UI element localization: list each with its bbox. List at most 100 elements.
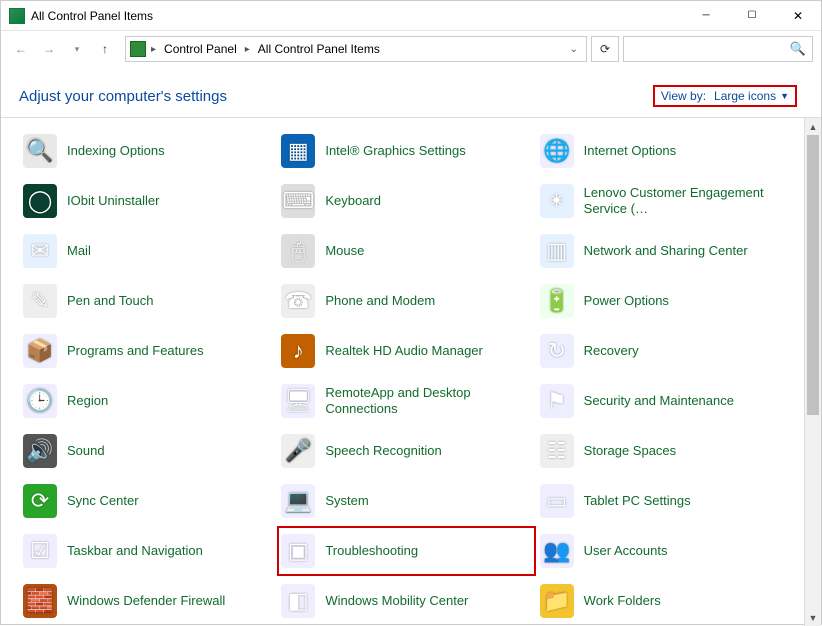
cp-item-system[interactable]: 💻 System (277, 476, 535, 526)
search-icon[interactable]: 🔍 (790, 41, 806, 57)
page-title: Adjust your computer's settings (19, 88, 227, 105)
titlebar: All Control Panel Items ─ ☐ ✕ (1, 1, 821, 31)
cp-item-label: Internet Options (584, 143, 677, 159)
scroll-up-button[interactable]: ▲ (805, 118, 821, 135)
cp-item-icon: ◯ (23, 184, 57, 218)
cp-item-icon: 🔍 (23, 134, 57, 168)
cp-item-work-folders[interactable]: 📁 Work Folders (536, 576, 794, 626)
cp-item-recovery[interactable]: ↻Recovery (536, 326, 794, 376)
cp-item-icon: ◧ (281, 584, 315, 618)
scroll-down-button[interactable]: ▼ (805, 609, 821, 626)
search-input[interactable] (630, 41, 790, 57)
cp-item-label: Intel® Graphics Settings (325, 143, 465, 159)
cp-item-icon: 📁 (540, 584, 574, 618)
cp-item-pen-and-touch[interactable]: ✎Pen and Touch (19, 276, 277, 326)
cp-item-label: Power Options (584, 293, 669, 309)
maximize-button[interactable]: ☐ (729, 1, 775, 31)
cp-item-icon: ✎ (23, 284, 57, 318)
cp-item-icon: 🔊 (23, 434, 57, 468)
cp-item-icon: 🔋 (540, 284, 574, 318)
breadcrumb-current[interactable]: All Control Panel Items (255, 42, 383, 56)
cp-item-icon: 🕒 (23, 384, 57, 418)
cp-item-internet-options[interactable]: 🌐Internet Options (536, 126, 794, 176)
close-button[interactable]: ✕ (775, 1, 821, 31)
cp-item-realtek-hd-audio-manager[interactable]: ♪ Realtek HD Audio Manager (277, 326, 535, 376)
cp-item-lenovo-customer-engagement-service[interactable]: ✴ Lenovo Customer Engagement Service (… (536, 176, 794, 226)
window-title: All Control Panel Items (31, 9, 153, 23)
cp-item-label: Work Folders (584, 593, 661, 609)
cp-item-sound[interactable]: 🔊Sound (19, 426, 277, 476)
cp-item-troubleshooting[interactable]: ▣ Troubleshooting (277, 526, 535, 576)
chevron-right-icon[interactable]: ▸ (244, 44, 251, 55)
app-icon (9, 8, 25, 24)
cp-item-label: Lenovo Customer Engagement Service (… (584, 185, 764, 216)
cp-item-icon: ☑ (23, 534, 57, 568)
cp-item-label: Programs and Features (67, 343, 204, 359)
cp-item-icon: 🎤 (281, 434, 315, 468)
forward-button[interactable]: → (37, 37, 61, 61)
cp-item-icon: ♪ (281, 334, 315, 368)
view-by-value[interactable]: Large icons ▼ (714, 89, 789, 103)
cp-item-label: System (325, 493, 368, 509)
cp-item-windows-defender-firewall[interactable]: 🧱Windows Defender Firewall (19, 576, 277, 626)
cp-item-icon: ↻ (540, 334, 574, 368)
view-by-control[interactable]: View by: Large icons ▼ (653, 85, 797, 107)
cp-item-mail[interactable]: ✉Mail (19, 226, 277, 276)
cp-item-label: Network and Sharing Center (584, 243, 748, 259)
view-by-label: View by: (661, 89, 706, 103)
minimize-button[interactable]: ─ (683, 1, 729, 31)
cp-item-user-accounts[interactable]: 👥User Accounts (536, 526, 794, 576)
cp-item-tablet-pc-settings[interactable]: ▭Tablet PC Settings (536, 476, 794, 526)
cp-item-storage-spaces[interactable]: ☷Storage Spaces (536, 426, 794, 476)
cp-item-region[interactable]: 🕒Region (19, 376, 277, 426)
cp-item-icon: ⌨ (281, 184, 315, 218)
cp-item-indexing-options[interactable]: 🔍 Indexing Options (19, 126, 277, 176)
cp-item-icon: ▣ (281, 534, 315, 568)
control-panel-icon (130, 41, 146, 57)
cp-item-taskbar-and-navigation[interactable]: ☑Taskbar and Navigation (19, 526, 277, 576)
cp-item-sync-center[interactable]: ⟳Sync Center (19, 476, 277, 526)
breadcrumb-root[interactable]: Control Panel (161, 42, 240, 56)
cp-item-label: Windows Mobility Center (325, 593, 468, 609)
cp-item-icon: ✴ (540, 184, 574, 218)
cp-item-iobit-uninstaller[interactable]: ◯ IObit Uninstaller (19, 176, 277, 226)
chevron-right-icon[interactable]: ▸ (150, 44, 157, 55)
cp-item-mouse[interactable]: 🖱Mouse (277, 226, 535, 276)
cp-item-label: Keyboard (325, 193, 381, 209)
cp-item-icon: ▥ (540, 234, 574, 268)
cp-item-security-and-maintenance[interactable]: ⚑Security and Maintenance (536, 376, 794, 426)
up-button[interactable]: ↑ (93, 37, 117, 61)
cp-item-keyboard[interactable]: ⌨ Keyboard (277, 176, 535, 226)
cp-item-programs-and-features[interactable]: 📦Programs and Features (19, 326, 277, 376)
back-button[interactable]: ← (9, 37, 33, 61)
refresh-button[interactable]: ⟳ (591, 36, 619, 62)
search-box[interactable]: 🔍 (623, 36, 813, 62)
cp-item-icon: ▭ (540, 484, 574, 518)
vertical-scrollbar[interactable]: ▲ ▼ (804, 118, 821, 626)
cp-item-label: Security and Maintenance (584, 393, 734, 409)
cp-item-power-options[interactable]: 🔋 Power Options (536, 276, 794, 326)
address-bar[interactable]: ▸ Control Panel ▸ All Control Panel Item… (125, 36, 587, 62)
cp-item-label: Indexing Options (67, 143, 165, 159)
cp-item-intel-graphics-settings[interactable]: ▦ Intel® Graphics Settings (277, 126, 535, 176)
cp-item-label: Troubleshooting (325, 543, 418, 559)
cp-item-remoteapp-and-desktop-connections[interactable]: 🖥RemoteApp and Desktop Connections (277, 376, 535, 426)
cp-item-icon: ▦ (281, 134, 315, 168)
cp-item-icon: 🖥 (281, 384, 315, 418)
cp-item-icon: ✉ (23, 234, 57, 268)
recent-dropdown[interactable]: ▾ (65, 37, 89, 61)
address-dropdown-icon[interactable]: ⌄ (566, 44, 582, 55)
cp-item-label: IObit Uninstaller (67, 193, 159, 209)
control-panel-grid: 🔍 Indexing Options ▦ Intel® Graphics Settin… (1, 118, 804, 626)
cp-item-icon: 💻 (281, 484, 315, 518)
cp-item-windows-mobility-center[interactable]: ◧ Windows Mobility Center (277, 576, 535, 626)
cp-item-speech-recognition[interactable]: 🎤Speech Recognition (277, 426, 535, 476)
cp-item-network-and-sharing-center[interactable]: ▥ Network and Sharing Center (536, 226, 794, 276)
cp-item-label: Phone and Modem (325, 293, 435, 309)
cp-item-phone-and-modem[interactable]: ☎Phone and Modem (277, 276, 535, 326)
subheader: Adjust your computer's settings View by:… (1, 67, 821, 117)
cp-item-icon: ☷ (540, 434, 574, 468)
cp-item-label: Realtek HD Audio Manager (325, 343, 483, 359)
view-by-value-text: Large icons (714, 89, 776, 103)
scroll-thumb[interactable] (807, 135, 819, 415)
